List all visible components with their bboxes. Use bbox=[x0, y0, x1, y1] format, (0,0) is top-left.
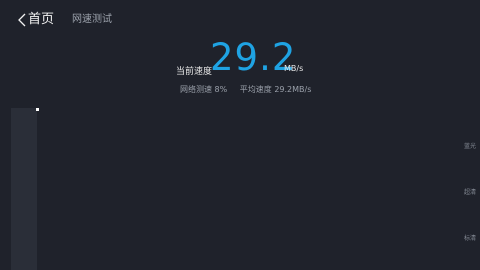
quality-label-ultra-hd: 超清 bbox=[463, 189, 476, 196]
current-speed-value: 29.2 bbox=[210, 36, 297, 79]
quality-label-sd: 标清 bbox=[463, 235, 476, 242]
speed-bar-marker bbox=[36, 108, 39, 111]
nav-divider bbox=[64, 13, 65, 27]
top-nav: 首页 网速测试 bbox=[18, 10, 112, 30]
quality-label-bluray: 蓝光 bbox=[463, 143, 476, 150]
current-speed-label: 当前速度 bbox=[176, 67, 213, 77]
speed-unit: MB/s bbox=[284, 64, 304, 73]
chevron-left-icon bbox=[18, 13, 26, 27]
back-label: 首页 bbox=[28, 12, 55, 27]
test-progress: 网络测速 8% bbox=[180, 85, 228, 94]
speed-bar bbox=[11, 108, 37, 270]
back-button[interactable]: 首页 bbox=[18, 10, 54, 30]
average-speed: 平均速度 29.2MB/s bbox=[239, 85, 312, 94]
current-speed-panel: 当前速度 29.2 MB/s bbox=[0, 36, 480, 82]
test-stats: 网络测速 8% 平均速度 29.2MB/s bbox=[180, 84, 311, 95]
page-title: 网速测试 bbox=[72, 14, 113, 25]
